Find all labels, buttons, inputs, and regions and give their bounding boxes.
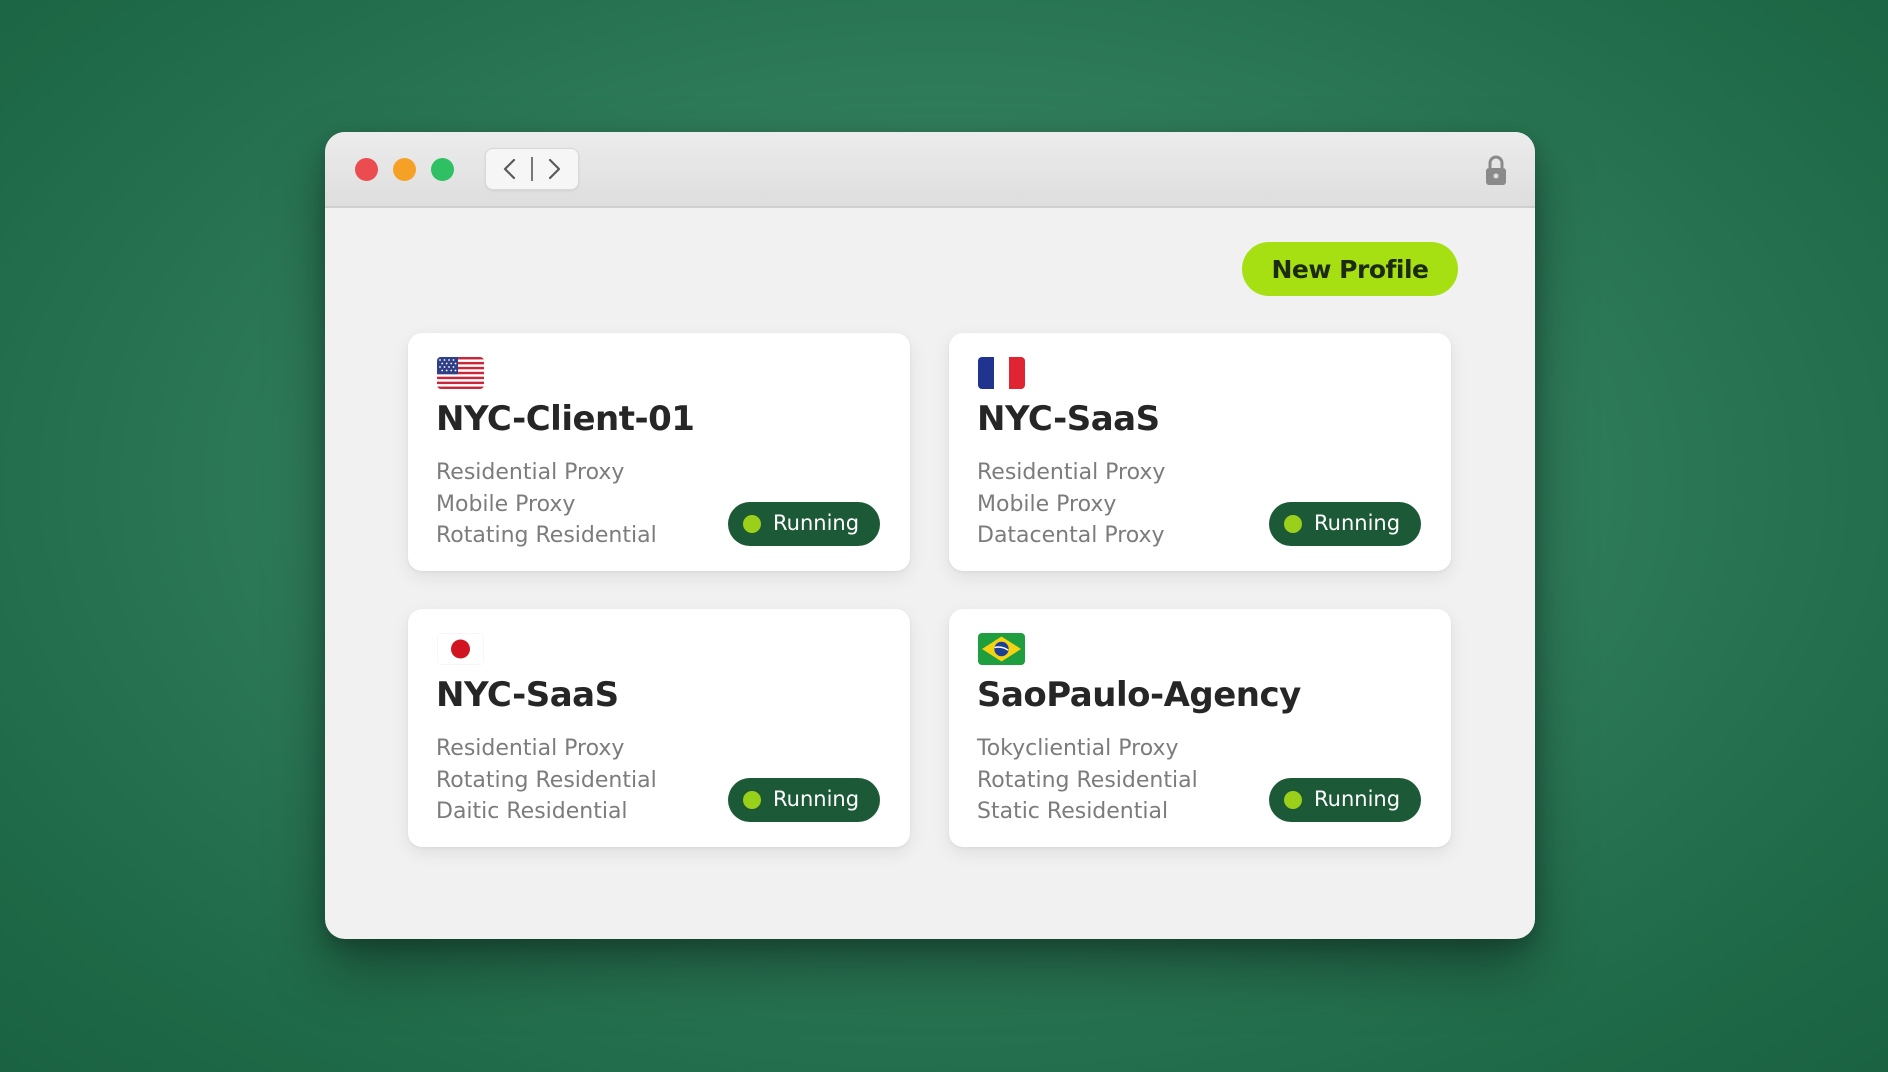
profile-card[interactable]: NYC-Client-01 Residential Proxy Mobile P… bbox=[408, 333, 910, 571]
lock-icon[interactable] bbox=[1483, 154, 1509, 186]
maximize-window-button[interactable] bbox=[431, 158, 454, 181]
close-window-button[interactable] bbox=[355, 158, 378, 181]
forward-button[interactable] bbox=[532, 149, 576, 189]
proxy-type: Rotating Residential bbox=[436, 767, 657, 793]
browser-window: New Profile NYC-Client-01 Residential Pr… bbox=[325, 132, 1535, 939]
status-label: Running bbox=[1314, 511, 1401, 535]
status-label: Running bbox=[773, 787, 860, 811]
navigation-buttons bbox=[485, 148, 579, 190]
br-flag-icon bbox=[978, 633, 1025, 665]
proxy-type: Rotating Residential bbox=[436, 523, 657, 548]
profile-name: NYC-Client-01 bbox=[436, 399, 695, 439]
profile-card[interactable]: NYC-SaaS Residential Proxy Mobile Proxy … bbox=[949, 333, 1451, 571]
profile-card[interactable]: SaoPaulo-Agency Tokycliential Proxy Rota… bbox=[949, 609, 1451, 847]
proxy-type: Mobile Proxy bbox=[977, 491, 1117, 517]
status-badge[interactable]: Running bbox=[728, 778, 880, 822]
proxy-type: Residential Proxy bbox=[436, 736, 625, 761]
proxy-list: Residential Proxy Mobile Proxy Rotating … bbox=[436, 457, 657, 552]
proxy-list: Residential Proxy Mobile Proxy Datacenta… bbox=[977, 457, 1165, 552]
proxy-list: Tokycliential Proxy Rotating Residential… bbox=[977, 733, 1198, 828]
jp-flag-icon bbox=[437, 633, 484, 665]
proxy-type: Residential Proxy bbox=[436, 460, 625, 485]
proxy-type: Rotating Residential bbox=[977, 767, 1198, 793]
status-badge[interactable]: Running bbox=[728, 502, 880, 546]
proxy-list: Residential Proxy Rotating Residential D… bbox=[436, 733, 657, 828]
status-badge[interactable]: Running bbox=[1269, 502, 1421, 546]
title-bar bbox=[325, 132, 1535, 208]
chevron-left-icon bbox=[503, 158, 516, 180]
status-indicator-icon bbox=[1284, 515, 1302, 533]
status-indicator-icon bbox=[1284, 791, 1302, 809]
minimize-window-button[interactable] bbox=[393, 158, 416, 181]
profile-name: NYC-SaaS bbox=[436, 675, 619, 715]
back-button[interactable] bbox=[488, 149, 532, 189]
status-indicator-icon bbox=[743, 791, 761, 809]
proxy-type: Static Residential bbox=[977, 799, 1169, 824]
proxy-type: Datacental Proxy bbox=[977, 523, 1165, 548]
status-label: Running bbox=[1314, 787, 1401, 811]
profile-card[interactable]: NYC-SaaS Residential Proxy Rotating Resi… bbox=[408, 609, 910, 847]
new-profile-button[interactable]: New Profile bbox=[1242, 242, 1458, 296]
proxy-type: Mobile Proxy bbox=[436, 491, 576, 517]
profile-name: SaoPaulo-Agency bbox=[977, 675, 1301, 715]
status-badge[interactable]: Running bbox=[1269, 778, 1421, 822]
fr-flag-icon bbox=[978, 357, 1025, 389]
proxy-type: Daitic Residential bbox=[436, 799, 628, 824]
status-label: Running bbox=[773, 511, 860, 535]
proxy-type: Tokycliential Proxy bbox=[977, 736, 1179, 761]
chevron-right-icon bbox=[548, 158, 561, 180]
profile-name: NYC-SaaS bbox=[977, 399, 1160, 439]
proxy-type: Residential Proxy bbox=[977, 460, 1166, 485]
status-indicator-icon bbox=[743, 515, 761, 533]
us-flag-icon bbox=[437, 357, 484, 389]
